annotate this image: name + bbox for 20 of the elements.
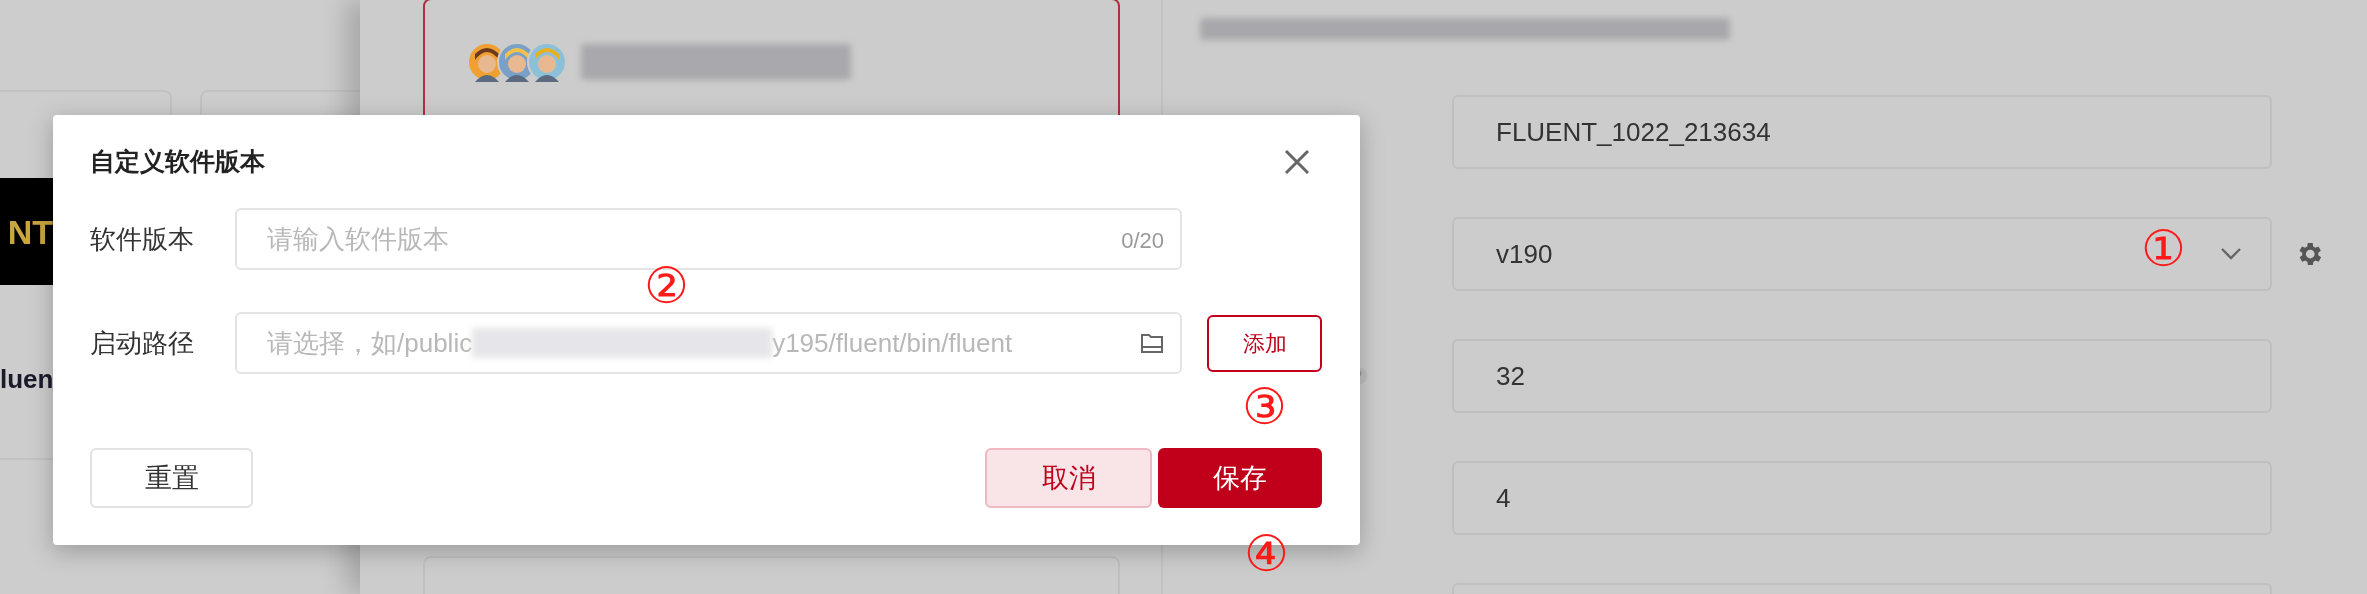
close-icon[interactable] bbox=[1284, 149, 1310, 175]
card-title: luen bbox=[0, 363, 54, 396]
field-label: 启动路径 bbox=[90, 326, 195, 360]
reset-button[interactable]: 重置 bbox=[90, 448, 253, 508]
dialog-title: 自定义软件版本 bbox=[90, 146, 265, 178]
avatar-icon bbox=[527, 41, 567, 82]
input-field[interactable]: 32 bbox=[1452, 339, 2272, 413]
step-marker: ④ bbox=[1244, 529, 1289, 579]
save-button[interactable]: 保存 bbox=[1158, 448, 1322, 508]
chevron-down-icon bbox=[2220, 247, 2242, 261]
input-field[interactable]: 4 bbox=[1452, 461, 2272, 535]
field-label: 软件版本 bbox=[90, 222, 195, 256]
add-button[interactable]: 添加 bbox=[1207, 314, 1322, 372]
cancel-button[interactable]: 取消 bbox=[985, 448, 1152, 508]
character-counter: 0/20 bbox=[1121, 227, 1164, 255]
step-marker: ③ bbox=[1242, 382, 1287, 432]
logo: NT bbox=[0, 178, 55, 285]
input-field[interactable]: FLUENT_1022_213634 bbox=[1452, 95, 2272, 169]
folder-icon[interactable] bbox=[1140, 332, 1164, 354]
step-marker: ① bbox=[2141, 224, 2186, 274]
